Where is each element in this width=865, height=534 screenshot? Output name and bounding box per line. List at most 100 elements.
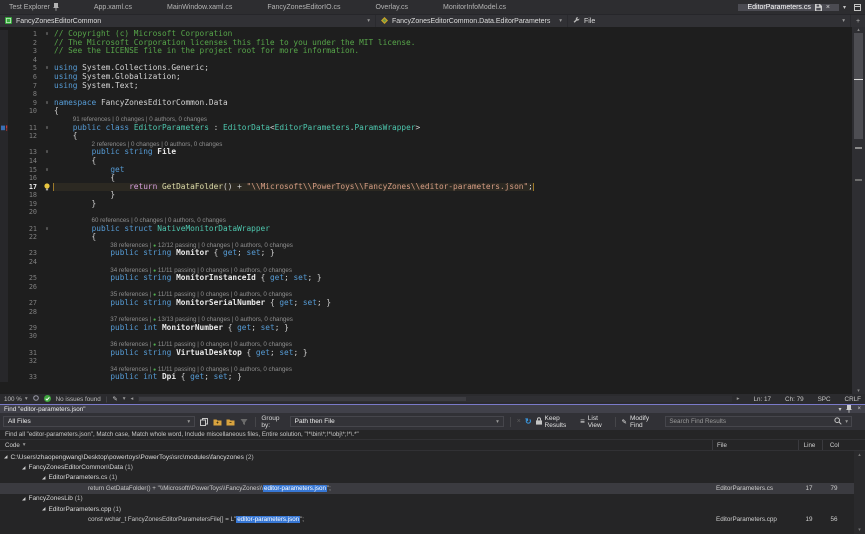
search-find-results-box[interactable]: ▾	[665, 416, 852, 427]
filter-icon[interactable]	[239, 416, 248, 427]
scrollbar-thumb[interactable]	[854, 33, 863, 139]
column-code[interactable]: Code ▾	[0, 442, 26, 449]
scroll-up-icon[interactable]: ▴	[854, 452, 865, 458]
code-line[interactable]: 4	[0, 56, 852, 65]
tab-editorparameters[interactable]: EditorParameters.cs ×	[738, 4, 839, 11]
code-line[interactable]: 10{	[0, 107, 852, 116]
code-line[interactable]: 15∨ get	[0, 166, 852, 175]
code-line[interactable]: 22 {	[0, 233, 852, 242]
code-line[interactable]: 2// The Microsoft Corporation licenses t…	[0, 39, 852, 48]
tree-expand-icon[interactable]: ◢	[42, 475, 45, 481]
scroll-down-icon[interactable]: ▾	[852, 388, 865, 394]
codelens-line[interactable]: 34 references | ● 11/11 passing | 0 chan…	[0, 267, 852, 275]
hscroll-left-icon[interactable]: ◂	[130, 396, 133, 402]
save-icon[interactable]	[815, 4, 822, 11]
code-line[interactable]: 18 }	[0, 191, 852, 200]
tab-overlay-cs[interactable]: Overlay.cs	[366, 0, 417, 14]
chevron-down-icon[interactable]: ▾	[845, 419, 848, 425]
split-editor-button[interactable]: +	[851, 15, 865, 27]
fold-chevron-icon[interactable]: ∨	[40, 148, 54, 157]
scope-dropdown[interactable]: All Files ▾	[3, 416, 195, 427]
fold-chevron-icon[interactable]: ∨	[40, 99, 54, 108]
tab-mainwindow-xaml-cs[interactable]: MainWindow.xaml.cs	[158, 0, 241, 14]
hscrollbar-thumb[interactable]	[139, 397, 465, 401]
group-by-dropdown[interactable]: Path then File ▾	[290, 416, 504, 427]
code-line[interactable]: 31 public string VirtualDesktop { get; s…	[0, 349, 852, 358]
code-line[interactable]: 8	[0, 90, 852, 99]
codelens-line[interactable]: 35 references | ● 11/11 passing | 0 chan…	[0, 291, 852, 299]
code-line[interactable]: 13∨ public string File	[0, 148, 852, 157]
code-line[interactable]: 23 public string Monitor { get; set; }	[0, 249, 852, 258]
close-icon[interactable]: ×	[826, 4, 830, 11]
window-layout-icon[interactable]	[850, 4, 865, 11]
code-editor[interactable]: 1∨// Copyright (c) Microsoft Corporation…	[0, 27, 865, 394]
code-line[interactable]: 6using System.Globalization;	[0, 73, 852, 82]
close-icon[interactable]: ×	[857, 406, 861, 412]
project-dropdown[interactable]: FancyZonesEditorCommon ▾	[0, 15, 376, 27]
editor-vertical-scrollbar[interactable]: ▴ ▾	[852, 27, 865, 394]
code-line[interactable]: 30	[0, 332, 852, 341]
column-line[interactable]: Line	[798, 440, 820, 450]
scroll-down-icon[interactable]: ▾	[854, 527, 865, 533]
copy-icon[interactable]	[199, 416, 208, 427]
column-file[interactable]: File	[712, 440, 796, 450]
code-line[interactable]: 11∨ public class EditorParameters : Edit…	[0, 124, 852, 133]
code-line[interactable]: 9∨namespace FancyZonesEditorCommon.Data	[0, 99, 852, 108]
lightbulb-icon[interactable]	[40, 183, 54, 192]
codelens-line[interactable]: 37 references | ● 13/13 passing | 0 chan…	[0, 316, 852, 324]
fold-chevron-icon[interactable]: ∨	[40, 166, 54, 175]
refresh-icon[interactable]: ↻	[525, 417, 532, 426]
code-line[interactable]: 5∨using System.Collections.Generic;	[0, 64, 852, 73]
code-line[interactable]: 29 public int MonitorNumber { get; set; …	[0, 324, 852, 333]
member-dropdown[interactable]: File ▾	[568, 15, 851, 27]
code-line[interactable]: 24	[0, 258, 852, 267]
code-line[interactable]: 32	[0, 357, 852, 366]
code-line[interactable]: 1∨// Copyright (c) Microsoft Corporation	[0, 30, 852, 39]
fold-chevron-icon[interactable]: ∨	[40, 30, 54, 39]
code-line[interactable]: 16 {	[0, 174, 852, 183]
tab-test-explorer[interactable]: Test Explorer	[0, 0, 68, 14]
tab-app-xaml-cs[interactable]: App.xaml.cs	[85, 0, 141, 14]
column-col[interactable]: Col	[822, 440, 846, 450]
find-tree-row[interactable]: ◢C:\Users\zhaopengwang\Desktop\powertoys…	[0, 452, 865, 462]
find-tree-row[interactable]: ◢EditorParameters.cpp (1)	[0, 504, 865, 514]
code-line[interactable]: 17 return GetDataFolder() + "\\Microsoft…	[0, 183, 852, 192]
type-dropdown[interactable]: FancyZonesEditorCommon.Data.EditorParame…	[376, 15, 568, 27]
tree-expand-icon[interactable]: ◢	[22, 496, 25, 502]
fold-chevron-icon[interactable]: ∨	[40, 124, 54, 133]
codelens-line[interactable]: 60 references | 0 changes | 0 authors, 0…	[0, 217, 852, 225]
find-tree-row[interactable]: ◢FancyZonesEditorCommon\Data (1)	[0, 462, 865, 472]
keep-results-button[interactable]: Keep Results	[536, 415, 577, 429]
code-line[interactable]: 19 }	[0, 200, 852, 209]
find-result-row[interactable]: const wchar_t FancyZonesEditorParameters…	[0, 514, 865, 524]
tab-fancyzoneseditorio-cs[interactable]: FancyZonesEditorIO.cs	[258, 0, 349, 14]
code-cleanup-icon[interactable]: ✎	[112, 396, 117, 403]
tab-list-chevron-icon[interactable]: ▾	[839, 4, 850, 11]
horizontal-scrollbar[interactable]	[138, 396, 732, 402]
code-line[interactable]: 27 public string MonitorSerialNumber { g…	[0, 299, 852, 308]
tree-expand-icon[interactable]: ◢	[42, 506, 45, 512]
code-line[interactable]: 33 public int Dpi { get; set; }	[0, 373, 852, 382]
code-line[interactable]: 26	[0, 283, 852, 292]
window-position-chevron-icon[interactable]: ▾	[838, 406, 841, 413]
hscroll-right-icon[interactable]: ▸	[737, 396, 740, 402]
fold-chevron-icon[interactable]: ∨	[40, 64, 54, 73]
code-line[interactable]: 20	[0, 208, 852, 217]
pin-icon[interactable]	[53, 3, 59, 11]
zoom-control[interactable]: 100 % ▾	[4, 396, 28, 403]
tree-expand-icon[interactable]: ◢	[22, 465, 25, 471]
code-line[interactable]: 12 {	[0, 132, 852, 141]
search-input[interactable]	[669, 418, 831, 425]
results-vertical-scrollbar[interactable]: ▴ ▾	[854, 451, 865, 534]
tree-expand-icon[interactable]: ◢	[4, 454, 7, 460]
modify-find-button[interactable]: ✎ Modify Find	[622, 415, 658, 429]
collapse-all-icon[interactable]	[226, 416, 235, 427]
pin-icon[interactable]	[846, 405, 852, 413]
tab-monitorinfomodel-cs[interactable]: MonitorInfoModel.cs	[434, 0, 515, 14]
chevron-down-icon[interactable]: ▾	[123, 396, 126, 402]
codelens-line[interactable]: 34 references | ● 11/11 passing | 0 chan…	[0, 366, 852, 374]
code-line[interactable]: 14 {	[0, 157, 852, 166]
issues-status[interactable]: No issues found	[56, 396, 101, 403]
codelens-line[interactable]: 2 references | 0 changes | 0 authors, 0 …	[0, 141, 852, 149]
find-tree-row[interactable]: ◢FancyZonesLib (1)	[0, 494, 865, 504]
